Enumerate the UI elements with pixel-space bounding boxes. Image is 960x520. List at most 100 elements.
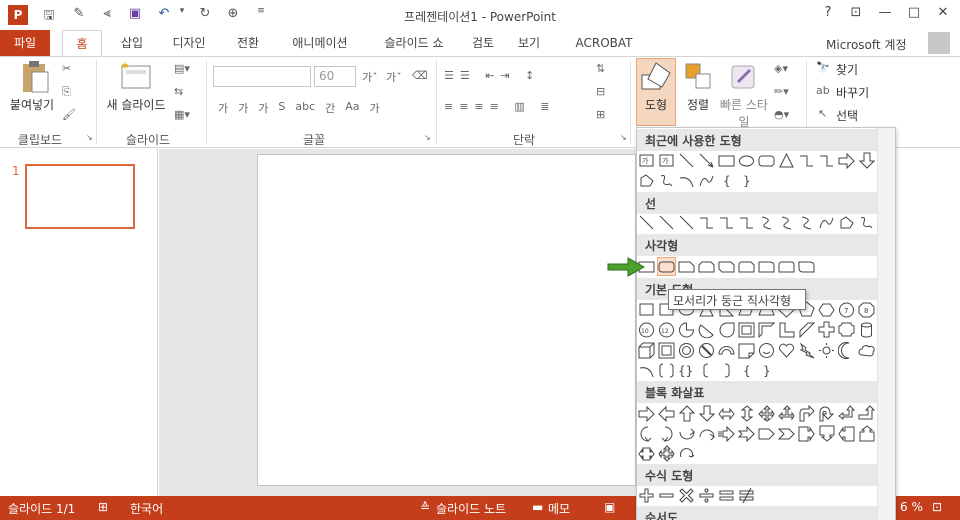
hexagon-icon[interactable]: [818, 301, 835, 318]
powerpoint-app-icon[interactable]: P: [8, 5, 28, 25]
minimize-button[interactable]: —: [872, 5, 898, 25]
triangle-icon[interactable]: [778, 152, 795, 169]
curved-right-arrow-icon[interactable]: [638, 425, 655, 442]
help-button[interactable]: ?: [815, 5, 841, 25]
scribble-icon[interactable]: [858, 214, 875, 231]
curved-connector-icon[interactable]: [758, 214, 775, 231]
avatar[interactable]: [928, 32, 950, 54]
select-icon[interactable]: ↖: [818, 107, 827, 120]
gallery-scrollbar[interactable]: [877, 128, 895, 520]
left-arrow-callout-icon[interactable]: [838, 425, 855, 442]
donut-icon[interactable]: [678, 342, 695, 359]
undo-dropdown-icon[interactable]: ▾: [173, 6, 191, 24]
arrange-icon[interactable]: [684, 62, 712, 90]
tab-acrobat[interactable]: ACROBAT: [570, 30, 638, 56]
paste-icon[interactable]: [20, 60, 50, 94]
equal-icon[interactable]: [718, 487, 735, 504]
undo-icon[interactable]: ↶: [155, 6, 173, 24]
curved-arrow-connector-icon[interactable]: [778, 214, 795, 231]
up-arrow-callout-icon[interactable]: [858, 425, 875, 442]
account-name[interactable]: Microsoft 계정: [826, 36, 907, 53]
left-arrow-icon[interactable]: [658, 405, 675, 422]
copy-icon[interactable]: ⎘: [62, 85, 71, 99]
heptagon-icon[interactable]: 7: [838, 301, 855, 318]
line-icon[interactable]: [678, 152, 695, 169]
down-arrow-callout-icon[interactable]: [818, 425, 835, 442]
format-painter-icon[interactable]: 🖌: [62, 108, 76, 121]
arc-icon[interactable]: [638, 362, 655, 379]
clipboard-launcher-icon[interactable]: ↘: [86, 133, 93, 142]
font-launcher-icon[interactable]: ↘: [424, 133, 431, 142]
folded-corner-icon[interactable]: [738, 342, 755, 359]
snip-diagonal-corner-rectangle-icon[interactable]: [718, 258, 735, 275]
text-box-icon[interactable]: 가: [638, 152, 655, 169]
paste-button[interactable]: 붙여넣기: [4, 96, 60, 113]
heart-icon[interactable]: [778, 342, 795, 359]
italic-icon[interactable]: 가: [238, 100, 248, 116]
tab-animations[interactable]: 애니메이션: [280, 30, 360, 56]
double-brace-icon[interactable]: {}: [678, 362, 695, 379]
curved-up-arrow-icon[interactable]: [678, 425, 695, 442]
oval-icon[interactable]: [738, 152, 755, 169]
teardrop-icon[interactable]: [718, 321, 735, 338]
section-icon[interactable]: ▦▾: [174, 108, 190, 121]
pie-icon[interactable]: [678, 321, 695, 338]
sun-icon[interactable]: [818, 342, 835, 359]
notes-button[interactable]: 슬라이드 노트: [436, 500, 506, 517]
find-button[interactable]: 찾기: [836, 61, 858, 78]
freeform-icon[interactable]: [638, 172, 655, 189]
font-name-input[interactable]: [213, 66, 311, 87]
no-symbol-icon[interactable]: [698, 342, 715, 359]
right-brace-icon[interactable]: }: [758, 362, 775, 379]
language-status[interactable]: 한국어: [130, 500, 163, 517]
arrow-line-icon[interactable]: [698, 152, 715, 169]
cut-icon[interactable]: ✂: [62, 62, 71, 75]
down-arrow-icon[interactable]: [858, 152, 875, 169]
paragraph-launcher-icon[interactable]: ↘: [620, 133, 627, 142]
change-case-icon[interactable]: Aa: [345, 100, 359, 116]
circular-arrow-icon[interactable]: [678, 445, 695, 462]
left-right-arrow-callout-icon[interactable]: [638, 445, 655, 462]
left-right-up-arrow-icon[interactable]: [778, 405, 795, 422]
align-text-icon[interactable]: ⊟: [596, 85, 605, 98]
shadow-icon[interactable]: S: [278, 100, 285, 116]
elbow-connector-icon[interactable]: [798, 152, 815, 169]
spelling-icon[interactable]: ⊞: [98, 500, 108, 514]
double-bracket-icon[interactable]: [658, 362, 675, 379]
arrow-line-icon[interactable]: [658, 214, 675, 231]
align-icons[interactable]: ≡≡≡≡ ▥ ≣: [444, 100, 555, 113]
pentagon-arrow-icon[interactable]: [758, 425, 775, 442]
elbow-connector-icon[interactable]: [698, 214, 715, 231]
save-icon[interactable]: 🖫: [40, 6, 58, 24]
right-arrow-icon[interactable]: [638, 405, 655, 422]
new-slide-icon[interactable]: ✶: [118, 59, 154, 94]
shape-outline-icon[interactable]: ✏▾: [774, 85, 789, 98]
replace-icon[interactable]: ab: [816, 84, 830, 97]
zoom-level[interactable]: 6 %: [900, 500, 923, 514]
shape-fill-icon[interactable]: ◈▾: [774, 62, 788, 75]
plaque-icon[interactable]: [838, 321, 855, 338]
font-size-input[interactable]: 60: [314, 66, 356, 87]
l-shape-icon[interactable]: [778, 321, 795, 338]
curved-left-arrow-icon[interactable]: [658, 425, 675, 442]
rounded-rectangle-icon[interactable]: [758, 152, 775, 169]
tab-file[interactable]: 파일: [0, 30, 50, 56]
start-slideshow-icon[interactable]: ⊕: [224, 6, 242, 24]
redo-icon[interactable]: ↻: [196, 6, 214, 24]
right-brace-icon[interactable]: }: [738, 172, 755, 189]
save-disk-icon[interactable]: ▣: [126, 6, 144, 24]
curve-icon[interactable]: [818, 214, 835, 231]
can-icon[interactable]: [858, 321, 875, 338]
rounded-rectangle-icon[interactable]: [657, 257, 676, 276]
bent-up-arrow-icon[interactable]: [858, 405, 875, 422]
touch-mode-icon[interactable]: ✎: [70, 6, 88, 24]
shrink-font-icon[interactable]: 가ˇ: [386, 69, 402, 85]
frame-icon[interactable]: [738, 321, 755, 338]
tab-view[interactable]: 보기: [512, 30, 546, 56]
curved-double-arrow-connector-icon[interactable]: [798, 214, 815, 231]
chord-icon[interactable]: [698, 321, 715, 338]
plus-icon[interactable]: [638, 487, 655, 504]
curve-icon[interactable]: [698, 172, 715, 189]
underline-icon[interactable]: 가: [258, 100, 268, 116]
close-button[interactable]: ✕: [930, 5, 956, 25]
